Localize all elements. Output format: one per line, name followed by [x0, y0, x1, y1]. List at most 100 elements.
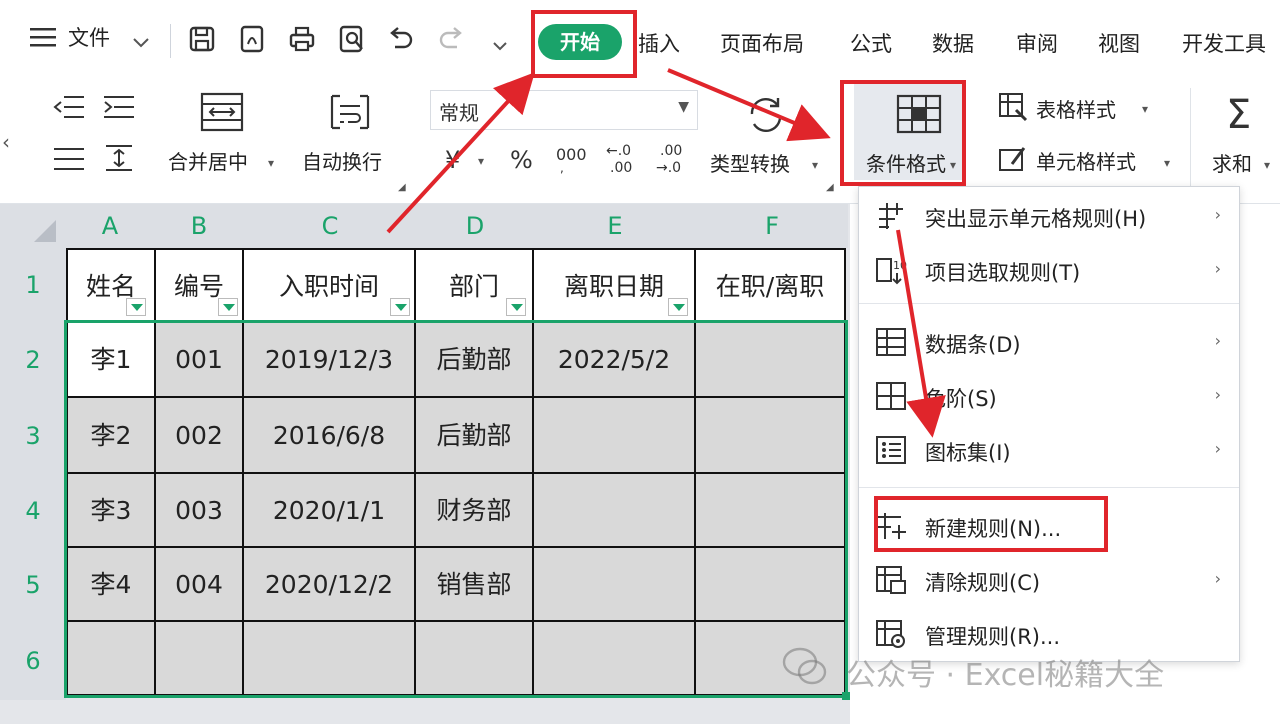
column-header-c[interactable]: C	[244, 204, 416, 248]
row-header-1[interactable]: 1	[0, 248, 66, 322]
print-preview-icon[interactable]	[338, 24, 366, 54]
column-header-b[interactable]: B	[154, 204, 244, 248]
row-header-5[interactable]: 5	[0, 548, 66, 622]
thousands-separator-icon[interactable]: 000,	[554, 142, 590, 176]
type-convert-dropdown-icon[interactable]: ▾	[812, 158, 818, 172]
tab-review[interactable]: 审阅	[1016, 28, 1058, 58]
sum-dropdown-icon[interactable]: ▾	[1264, 158, 1270, 172]
menu-item-clear-rules[interactable]: 清除规则(C) ›	[859, 555, 1239, 605]
table-cell[interactable]: 后勤部	[416, 322, 534, 398]
merge-center-icon[interactable]	[200, 92, 244, 132]
row-header-6[interactable]: 6	[0, 622, 66, 700]
merge-center-label[interactable]: 合并居中	[168, 146, 248, 175]
table-cell[interactable]: 李4	[66, 548, 156, 622]
tab-page-layout[interactable]: 页面布局	[720, 28, 804, 58]
number-group-launcher-icon[interactable]: ◢	[826, 182, 834, 193]
percent-icon[interactable]: %	[508, 144, 538, 174]
menu-item-top-bottom-rules[interactable]: 10 项目选取规则(T) ›	[859, 245, 1239, 295]
table-cell[interactable]: 李3	[66, 474, 156, 548]
table-cell[interactable]	[696, 398, 846, 474]
auto-wrap-icon[interactable]	[328, 92, 372, 132]
tab-start[interactable]: 开始	[538, 24, 622, 60]
column-header-a[interactable]: A	[66, 204, 154, 248]
chevron-down-icon[interactable]	[132, 34, 150, 53]
tab-formula[interactable]: 公式	[850, 28, 892, 58]
menu-item-new-rule[interactable]: 新建规则(N)...	[859, 501, 1239, 551]
table-cell[interactable]: 2022/5/2	[534, 322, 696, 398]
table-style-label[interactable]: 表格样式	[1036, 94, 1116, 123]
redo-icon[interactable]	[438, 24, 466, 54]
table-cell[interactable]	[534, 398, 696, 474]
row-header-3[interactable]: 3	[0, 398, 66, 474]
table-cell[interactable]	[66, 622, 156, 696]
menu-item-data-bars[interactable]: 数据条(D) ›	[859, 317, 1239, 367]
number-format-select[interactable]: 常规 ▼	[430, 90, 698, 130]
table-cell[interactable]: 004	[156, 548, 244, 622]
decrease-decimal-icon[interactable]: .00 →.0	[654, 140, 690, 176]
ribbon-scroll-left-icon[interactable]: ‹	[2, 130, 10, 154]
type-convert-icon[interactable]	[744, 94, 788, 134]
filter-dropdown-icon[interactable]	[218, 298, 238, 316]
table-cell[interactable]: 后勤部	[416, 398, 534, 474]
menu-item-highlight-cell-rules[interactable]: 突出显示单元格规则(H) ›	[859, 191, 1239, 241]
column-header-f[interactable]: F	[696, 204, 848, 248]
tab-view[interactable]: 视图	[1098, 28, 1140, 58]
header-cell[interactable]: 在职/离职	[696, 248, 846, 322]
table-cell[interactable]	[696, 474, 846, 548]
table-cell[interactable]: 李1	[66, 322, 156, 398]
hamburger-icon[interactable]	[30, 26, 56, 48]
table-cell[interactable]: 001	[156, 322, 244, 398]
table-cell[interactable]	[534, 622, 696, 696]
table-cell[interactable]: 2020/12/2	[244, 548, 416, 622]
export-pdf-icon[interactable]	[238, 24, 266, 54]
sum-label[interactable]: 求和	[1212, 148, 1252, 177]
column-header-e[interactable]: E	[534, 204, 696, 248]
table-style-dropdown-icon[interactable]: ▾	[1142, 102, 1148, 116]
menu-item-icon-sets[interactable]: 图标集(I) ›	[859, 425, 1239, 475]
table-cell[interactable]	[696, 548, 846, 622]
cell-style-label[interactable]: 单元格样式	[1036, 146, 1136, 175]
table-cell[interactable]	[534, 548, 696, 622]
cell-style-icon[interactable]	[998, 144, 1028, 174]
merge-center-dropdown-icon[interactable]: ▾	[268, 156, 274, 170]
indent-increase-icon[interactable]	[102, 94, 136, 120]
tab-data[interactable]: 数据	[932, 28, 974, 58]
row-header-2[interactable]: 2	[0, 322, 66, 398]
currency-dropdown-icon[interactable]: ▾	[478, 154, 484, 168]
menu-item-color-scales[interactable]: 色阶(S) ›	[859, 371, 1239, 421]
tab-insert[interactable]: 插入	[638, 28, 680, 58]
table-cell[interactable]	[156, 622, 244, 696]
quick-access-dropdown-icon[interactable]	[492, 36, 508, 55]
sum-icon[interactable]: Σ	[1224, 90, 1264, 134]
table-cell[interactable]: 李2	[66, 398, 156, 474]
table-cell[interactable]	[244, 622, 416, 696]
row-header-4[interactable]: 4	[0, 474, 66, 548]
table-cell[interactable]	[416, 622, 534, 696]
indent-decrease-icon[interactable]	[52, 94, 86, 120]
table-cell[interactable]: 2016/6/8	[244, 398, 416, 474]
currency-icon[interactable]: ¥	[442, 144, 470, 174]
table-cell[interactable]: 002	[156, 398, 244, 474]
align-group-launcher-icon[interactable]: ◢	[398, 182, 406, 193]
table-cell[interactable]: 2020/1/1	[244, 474, 416, 548]
align-distributed-icon[interactable]	[52, 146, 86, 172]
cell-style-dropdown-icon[interactable]: ▾	[1164, 156, 1170, 170]
print-icon[interactable]	[288, 24, 316, 54]
table-cell[interactable]	[534, 474, 696, 548]
type-convert-label[interactable]: 类型转换	[710, 148, 790, 177]
column-header-d[interactable]: D	[416, 204, 534, 248]
tab-developer[interactable]: 开发工具	[1182, 28, 1266, 58]
select-all-corner[interactable]	[0, 204, 66, 248]
table-cell[interactable]: 财务部	[416, 474, 534, 548]
table-cell[interactable]: 2019/12/3	[244, 322, 416, 398]
filter-dropdown-icon[interactable]	[390, 298, 410, 316]
filter-dropdown-icon[interactable]	[668, 298, 688, 316]
save-icon[interactable]	[188, 24, 216, 54]
table-cell[interactable]	[696, 322, 846, 398]
table-cell[interactable]: 003	[156, 474, 244, 548]
auto-wrap-label[interactable]: 自动换行	[302, 146, 382, 175]
table-cell[interactable]: 销售部	[416, 548, 534, 622]
file-menu[interactable]: 文件	[68, 22, 110, 52]
increase-decimal-icon[interactable]: ←.0.00	[604, 140, 640, 176]
filter-dropdown-icon[interactable]	[506, 298, 526, 316]
